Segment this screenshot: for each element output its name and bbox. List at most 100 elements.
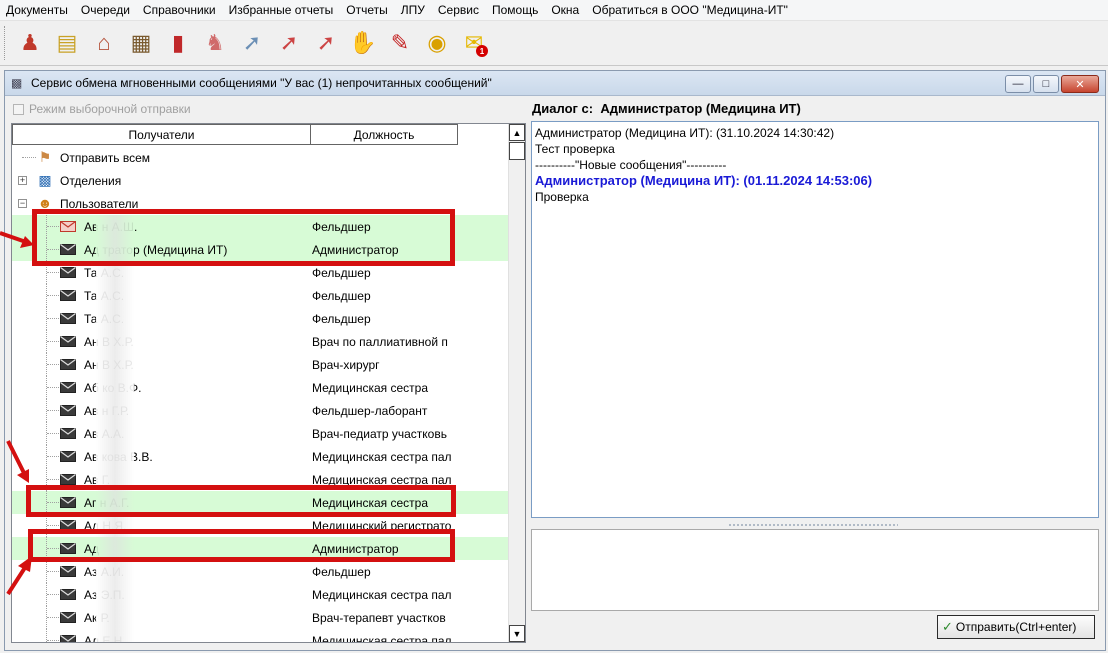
minimize-button[interactable]: — (1005, 75, 1031, 93)
tree-node-send-all[interactable]: ⚑ Отправить всем (12, 146, 509, 169)
dialog-header: Диалог с: Администратор (Медицина ИТ) (532, 101, 801, 116)
chat-icon[interactable]: ✉ 1 (459, 26, 489, 60)
send-icon: ✓ (942, 619, 953, 634)
user-position: Фельдшер-лаборант (312, 403, 428, 418)
tree-connector (47, 341, 59, 342)
schedule-icon[interactable]: ▤ (52, 26, 82, 60)
scroll-down-button[interactable]: ▼ (509, 625, 525, 642)
window-title: Сервис обмена мгновенными сообщениями "У… (31, 76, 492, 90)
envelope-icon (60, 474, 76, 485)
send-button[interactable]: ✓ Отправить(Ctrl+enter) (937, 615, 1095, 639)
column-recipients[interactable]: Получатели (12, 124, 311, 145)
toolbar: ♟ ▤ ⌂ ▦ ▮ ♞ ➚ ➚ ➚ ✋ ✎ ◉ ✉ 1 (0, 21, 1108, 66)
menu-favorite-reports[interactable]: Избранные отчеты (229, 3, 334, 17)
user-row[interactable]: Ак Р.Врач-терапевт участков (12, 606, 509, 629)
scroll-thumb[interactable] (509, 142, 525, 160)
recipients-tree[interactable]: Получатели Должность ⚑ Отправить всем + … (11, 123, 526, 643)
nurse-icon[interactable]: ♞ (200, 26, 230, 60)
menu-documents[interactable]: Документы (6, 3, 68, 17)
tree-connector (47, 433, 59, 434)
thermometer-icon[interactable]: ➚ (311, 26, 341, 60)
doctor-icon[interactable]: ♟ (15, 26, 45, 60)
dialog-partner: Администратор (Медицина ИТ) (600, 101, 801, 116)
user-row[interactable]: Аз Э.П.Медицинская сестра пал (12, 583, 509, 606)
menu-references[interactable]: Справочники (143, 3, 216, 17)
redaction-blur (96, 422, 134, 445)
tree-connector (47, 387, 59, 388)
book-icon[interactable]: ▮ (163, 26, 193, 60)
tree-connector (47, 617, 59, 618)
tree-scrollbar[interactable]: ▲ ▼ (508, 124, 525, 642)
tree-node-label: Отправить всем (60, 150, 150, 165)
user-position: Медицинская сестра пал (312, 449, 452, 464)
user-row[interactable]: Ан В Х.Р.Врач-хирург (12, 353, 509, 376)
user-row[interactable]: Ав кова В.В.Медицинская сестра пал (12, 445, 509, 468)
lock-icon[interactable]: ◉ (422, 26, 452, 60)
tree-connector (47, 318, 59, 319)
envelope-icon (60, 612, 76, 623)
tree-connector (47, 571, 59, 572)
medical-record-icon[interactable]: ✋ (348, 26, 378, 60)
menu-reports[interactable]: Отчеты (346, 3, 387, 17)
selective-send-checkbox[interactable]: Режим выборочной отправки (13, 102, 191, 116)
user-row[interactable]: Ал Е.Н.Медицинская сестра пал (12, 629, 509, 642)
user-position: Фельдшер (312, 564, 371, 579)
menu-lpu[interactable]: ЛПУ (401, 3, 425, 17)
envelope-icon (60, 405, 76, 416)
user-row[interactable]: Аз А.И.Фельдшер (12, 560, 509, 583)
close-button[interactable]: ✕ (1061, 75, 1099, 93)
toolbar-grip[interactable] (4, 26, 7, 60)
redaction-blur (96, 376, 134, 399)
menu-help[interactable]: Помощь (492, 3, 538, 17)
user-position: Врач-терапевт участков (312, 610, 446, 625)
recipients-pane: Режим выборочной отправки Получатели Дол… (5, 97, 526, 651)
window-titlebar[interactable]: ▩ Сервис обмена мгновенными сообщениями … (5, 71, 1105, 96)
redaction-blur (96, 353, 134, 376)
redaction-blur (96, 399, 134, 422)
thermometer-icon[interactable]: ➚ (274, 26, 304, 60)
user-row[interactable]: Аб ко В.Ф.Медицинская сестра (12, 376, 509, 399)
scroll-up-button[interactable]: ▲ (509, 124, 525, 141)
tree-connector (47, 640, 59, 641)
expand-icon[interactable]: + (18, 176, 27, 185)
redaction-blur (96, 629, 134, 642)
annotation-box (28, 529, 455, 562)
envelope-icon (60, 589, 76, 600)
column-position[interactable]: Должность (311, 124, 458, 145)
redaction-blur (96, 307, 134, 330)
envelope-icon (60, 290, 76, 301)
send-button-label: Отправить(Ctrl+enter) (955, 620, 1077, 634)
message-history[interactable]: Администратор (Медицина ИТ): (31.10.2024… (531, 121, 1099, 518)
syringe-icon[interactable]: ➚ (237, 26, 267, 60)
user-position: Врач по паллиативной п (312, 334, 448, 349)
envelope-icon (60, 359, 76, 370)
tree-node-departments[interactable]: + ▩ Отделения (12, 169, 509, 192)
envelope-icon (60, 451, 76, 462)
user-row[interactable]: Та А.С.Фельдшер (12, 284, 509, 307)
hospital-icon[interactable]: ⌂ (89, 26, 119, 60)
pdf-icon[interactable]: ✎ (385, 26, 415, 60)
envelope-icon (60, 267, 76, 278)
user-position: Врач-педиатр участковь (312, 426, 447, 441)
annotation-arrow (0, 231, 34, 248)
message-input[interactable] (531, 529, 1099, 611)
message-line: Проверка (535, 190, 589, 204)
maximize-button[interactable]: □ (1033, 75, 1059, 93)
tree-connector (47, 272, 59, 273)
menu-queues[interactable]: Очереди (81, 3, 130, 17)
checkbox-box[interactable] (13, 103, 24, 115)
tree-connector (47, 479, 59, 480)
tree-connector (47, 525, 59, 526)
menu-contact[interactable]: Обратиться в ООО "Медицина-ИТ" (592, 3, 788, 17)
tree-connector (47, 456, 59, 457)
user-row[interactable]: Ан В Х.Р.Врач по паллиативной п (12, 330, 509, 353)
user-row[interactable]: Ав А.А.Врач-педиатр участковь (12, 422, 509, 445)
splitter-handle[interactable] (728, 523, 898, 527)
collapse-icon[interactable]: − (18, 199, 27, 208)
menu-windows[interactable]: Окна (551, 3, 579, 17)
app-icon: ▩ (11, 76, 23, 90)
cabinet-icon[interactable]: ▦ (126, 26, 156, 60)
user-row[interactable]: Та А.С.Фельдшер (12, 307, 509, 330)
user-row[interactable]: Ав н Г.Р.Фельдшер-лаборант (12, 399, 509, 422)
menu-service[interactable]: Сервис (438, 3, 479, 17)
